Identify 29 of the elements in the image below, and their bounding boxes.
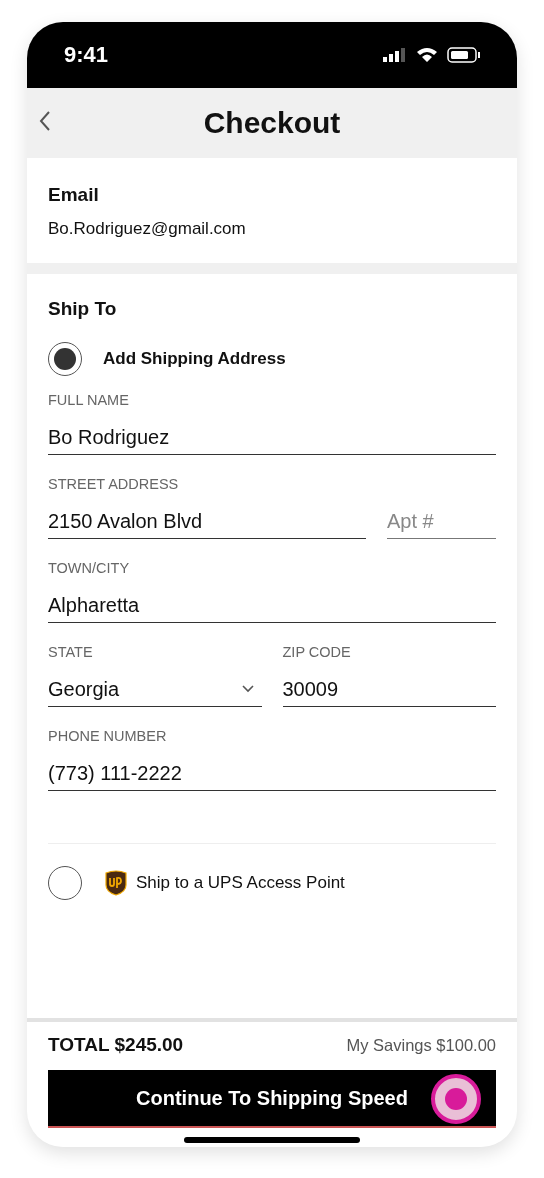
email-value: Bo.Rodriguez@gmail.com (48, 219, 246, 239)
option-label: Add Shipping Address (103, 349, 286, 369)
section-heading: Email (48, 184, 99, 205)
state-dropdown[interactable]: Georgia (48, 672, 262, 707)
input-field[interactable]: 2150 Avalon Blvd (48, 504, 366, 539)
continue-button[interactable]: Continue To Shipping Speed (48, 1070, 496, 1128)
status-time: 9:41 (64, 42, 109, 68)
option-label: Ship to a UPS Access Point (136, 873, 345, 893)
signal-icon (383, 48, 407, 62)
input-field[interactable]: Alpharetta (48, 588, 496, 623)
field-label: TOWN/CITY (48, 560, 130, 578)
wifi-icon (416, 47, 438, 63)
input-field[interactable]: Bo Rodriguez (48, 420, 496, 455)
page-title: Checkout (203, 106, 341, 140)
back-icon[interactable] (39, 110, 51, 132)
battery-icon (447, 47, 481, 63)
savings-amount: My Savings $100.00 (346, 1035, 496, 1055)
order-total: TOTAL $245.00 (48, 1034, 184, 1056)
apt-field[interactable]: Apt # (387, 504, 496, 539)
field-label: PHONE NUMBER (48, 728, 167, 746)
chevron-down-icon (241, 685, 254, 693)
field-label: FULL NAME (48, 392, 129, 410)
input-field[interactable]: (773) 111-2222 (48, 756, 496, 791)
field-label: STATE (48, 644, 93, 662)
field-label: STREET ADDRESS (48, 476, 179, 494)
field-label: ZIP CODE (282, 644, 351, 662)
section-heading: Ship To (48, 298, 117, 319)
input-field[interactable]: 30009 (282, 672, 496, 707)
shield-icon (105, 870, 127, 896)
